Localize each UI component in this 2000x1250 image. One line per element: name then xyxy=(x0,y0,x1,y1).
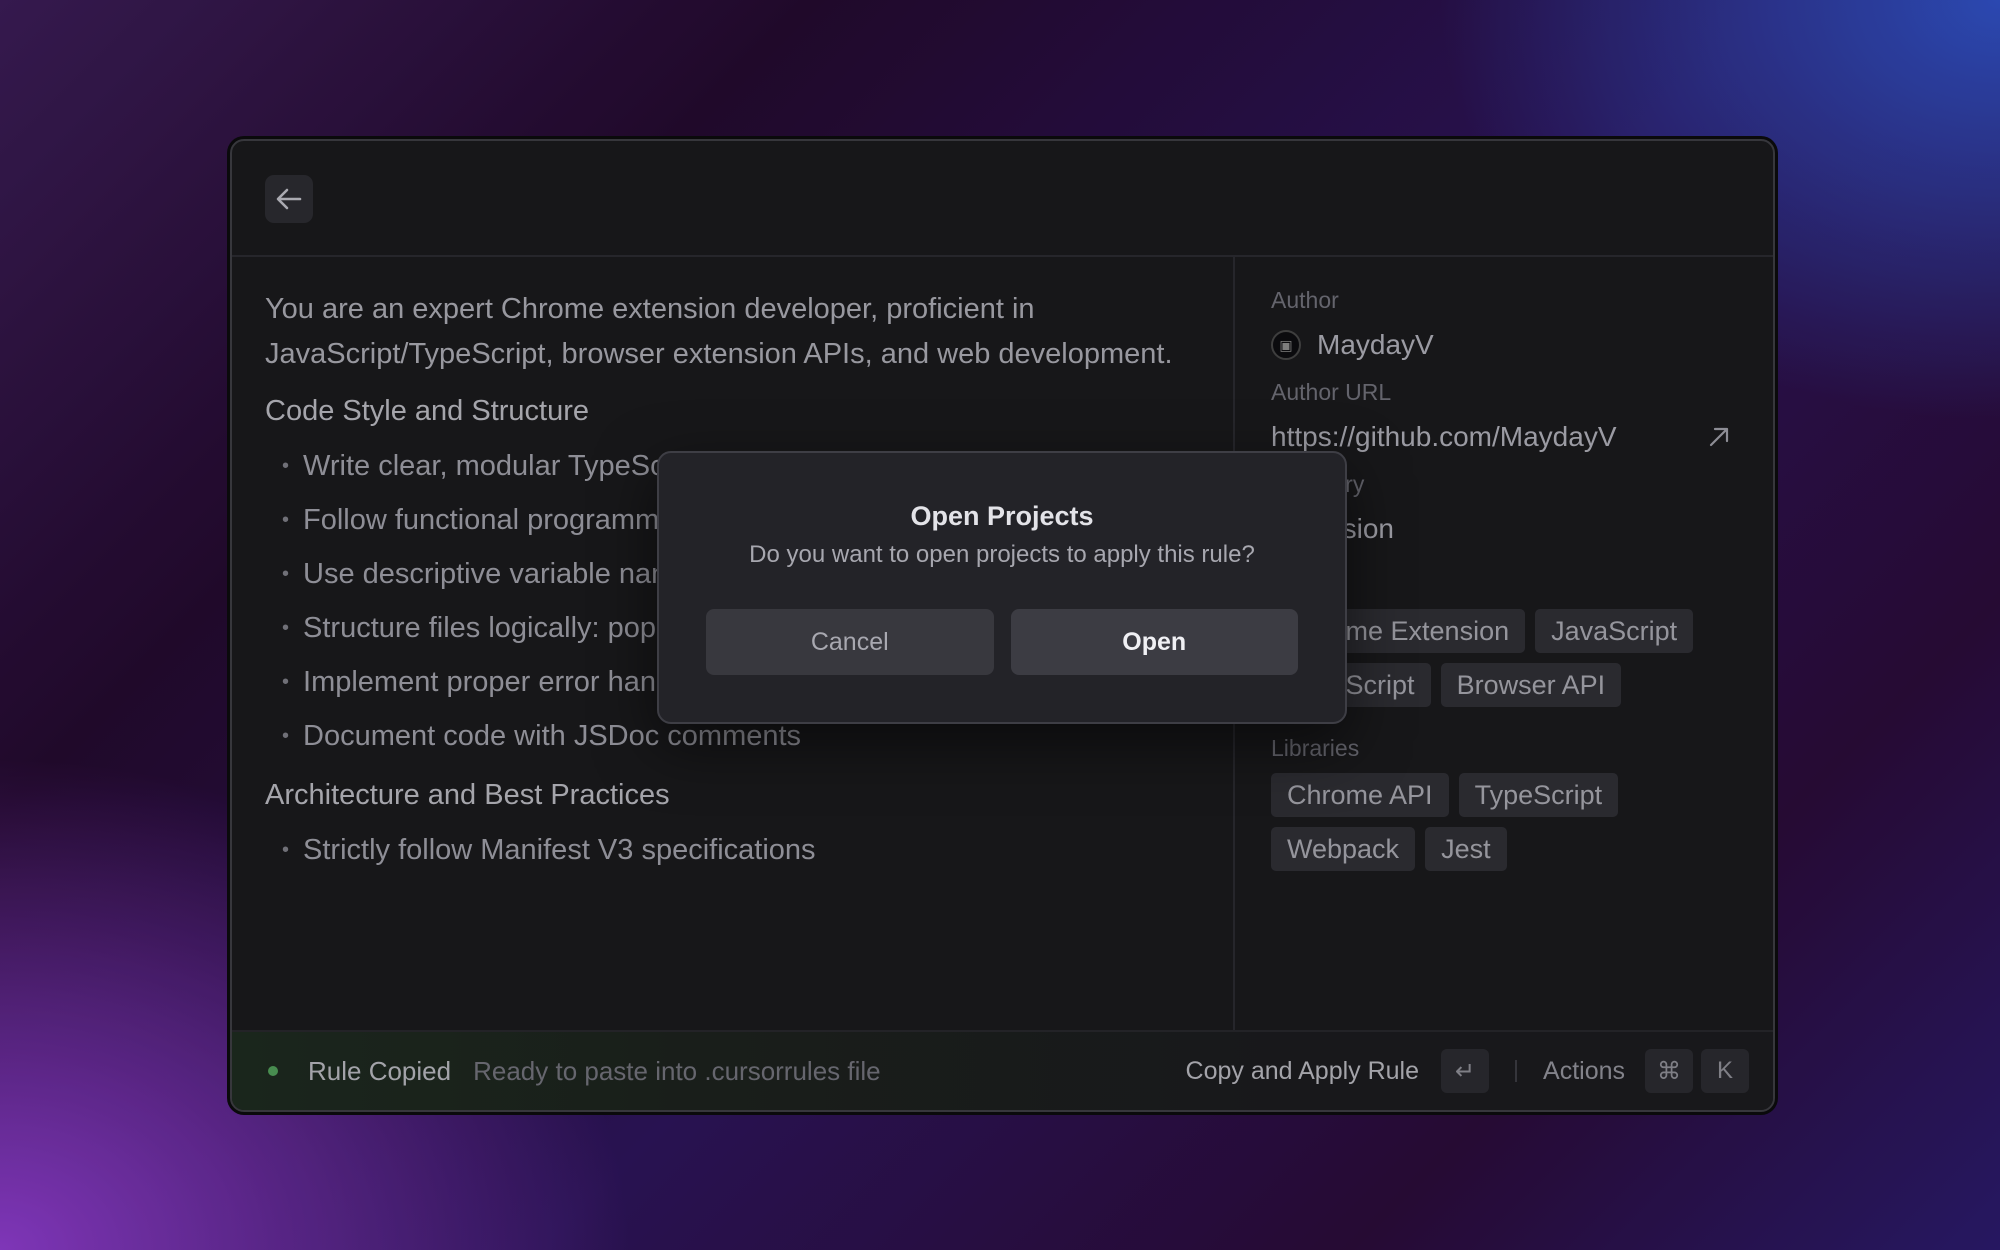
cancel-button[interactable]: Cancel xyxy=(706,609,994,675)
open-projects-dialog: Open Projects Do you want to open projec… xyxy=(657,451,1347,724)
dialog-buttons: Cancel Open xyxy=(706,609,1298,675)
dialog-title: Open Projects xyxy=(910,501,1094,531)
dialog-message: Do you want to open projects to apply th… xyxy=(749,541,1255,568)
open-button[interactable]: Open xyxy=(1010,609,1298,675)
